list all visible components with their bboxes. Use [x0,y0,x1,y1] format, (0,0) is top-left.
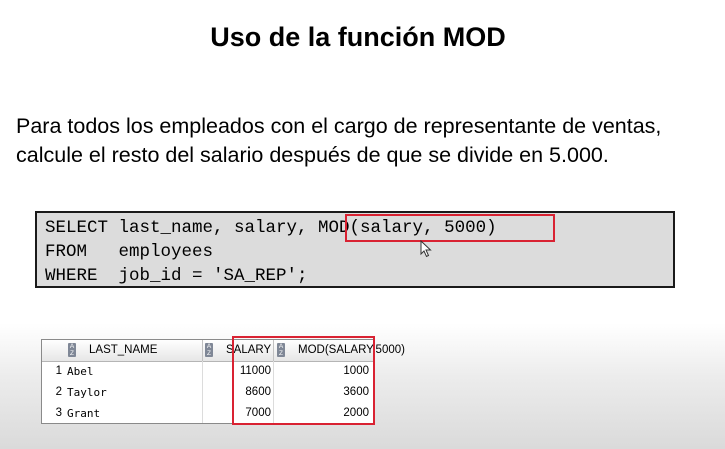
row-number: 1 [55,365,62,377]
sort-az-icon[interactable]: AZ [205,343,213,357]
sql-line-from: FROM employees [45,242,214,262]
row-number: 3 [55,407,62,419]
sql-select-prefix: SELECT last_name, salary, [45,218,319,238]
cell-last-name[interactable]: Abel [67,361,94,382]
mod-expression-highlight [345,214,555,242]
slide-description: Para todos los empleados con el cargo de… [16,114,662,167]
slide-title: Uso de la función MOD [210,22,506,52]
sort-az-icon[interactable]: AZ [68,343,76,357]
row-number: 2 [55,386,62,398]
mod-column-highlight [232,336,375,425]
mouse-pointer-icon [420,240,432,258]
column-header-last-name[interactable]: AZ LAST_NAME [42,340,203,361]
sql-line-where: WHERE job_id = 'SA_REP'; [45,266,308,286]
cell-last-name[interactable]: Taylor [67,382,107,403]
cell-last-name[interactable]: Grant [67,403,100,424]
column-header-label: LAST_NAME [89,344,158,356]
